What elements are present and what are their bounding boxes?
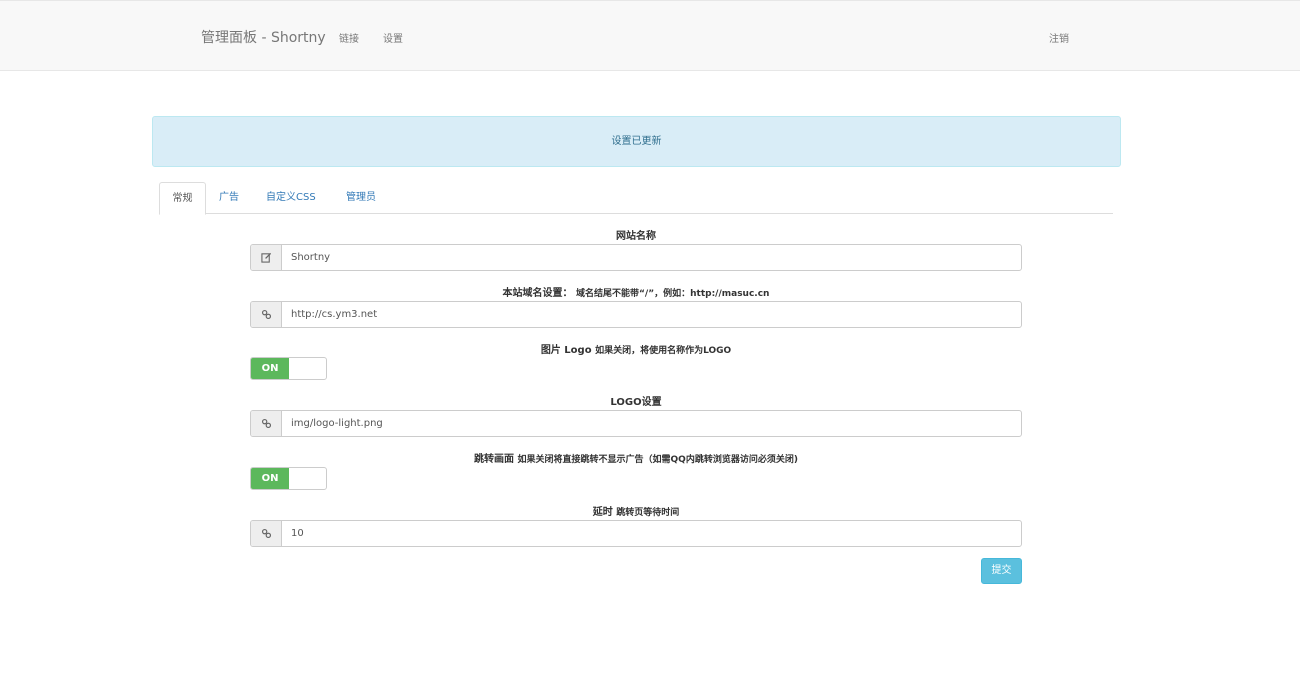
site-name-label-text: 网站名称 xyxy=(616,231,656,242)
nav-link-settings[interactable]: 设置 xyxy=(383,30,403,45)
domain-input[interactable] xyxy=(282,302,1021,327)
image-logo-toggle[interactable]: ON xyxy=(250,357,327,380)
logo-setting-group xyxy=(250,410,1022,437)
domain-hint: 域名结尾不能带“/”，例如：http://masuc.cn xyxy=(576,289,770,299)
tab-general[interactable]: 常规 xyxy=(159,182,206,215)
delay-input[interactable] xyxy=(282,521,1021,546)
success-alert: 设置已更新 xyxy=(152,116,1121,167)
logout-link[interactable]: 注销 xyxy=(1049,30,1069,45)
redirect-hint: 如果关闭将直接跳转不显示广告（如需QQ内跳转浏览器访问必须关闭) xyxy=(517,455,798,465)
alert-message: 设置已更新 xyxy=(611,136,662,147)
tab-custom-css[interactable]: 自定义CSS xyxy=(266,182,316,214)
image-logo-label: 图片 Logo 如果关闭，将使用名称作为LOGO xyxy=(250,341,1022,356)
delay-hint: 跳转页等待时间 xyxy=(616,508,680,518)
link-icon xyxy=(251,302,282,327)
brand-title[interactable]: 管理面板 - Shortny xyxy=(201,27,326,47)
navbar: 管理面板 - Shortny 链接 设置 注销 xyxy=(0,0,1300,71)
logo-setting-label: LOGO设置 xyxy=(250,393,1022,408)
logo-path-input[interactable] xyxy=(282,411,1021,436)
logo-setting-label-text: LOGO设置 xyxy=(610,397,662,408)
image-logo-label-text: 图片 Logo xyxy=(540,345,592,356)
delay-group xyxy=(250,520,1022,547)
domain-group xyxy=(250,301,1022,328)
link-icon xyxy=(251,411,282,436)
site-name-group xyxy=(250,244,1022,271)
settings-tabs: 常规 广告 自定义CSS 管理员 xyxy=(159,182,1113,215)
toggle-on-label: ON xyxy=(251,358,289,379)
nav-link-links[interactable]: 链接 xyxy=(339,30,359,45)
image-logo-hint: 如果关闭，将使用名称作为LOGO xyxy=(595,346,732,356)
redirect-label-text: 跳转画面 xyxy=(474,454,515,465)
domain-label: 本站域名设置： 域名结尾不能带“/”，例如：http://masuc.cn xyxy=(250,284,1022,299)
link-icon xyxy=(251,521,282,546)
site-name-input[interactable] xyxy=(282,245,1021,270)
submit-button[interactable]: 提交 xyxy=(981,558,1022,584)
edit-icon xyxy=(251,245,282,270)
tab-admin[interactable]: 管理员 xyxy=(346,182,376,214)
redirect-label: 跳转画面 如果关闭将直接跳转不显示广告（如需QQ内跳转浏览器访问必须关闭) xyxy=(250,450,1022,465)
tab-ads[interactable]: 广告 xyxy=(219,182,239,214)
site-name-label: 网站名称 xyxy=(250,227,1022,242)
toggle-on-label: ON xyxy=(251,468,289,489)
domain-label-text: 本站域名设置： xyxy=(502,288,573,299)
delay-label-text: 延时 xyxy=(592,507,613,518)
redirect-toggle[interactable]: ON xyxy=(250,467,327,490)
delay-label: 延时 跳转页等待时间 xyxy=(250,503,1022,518)
